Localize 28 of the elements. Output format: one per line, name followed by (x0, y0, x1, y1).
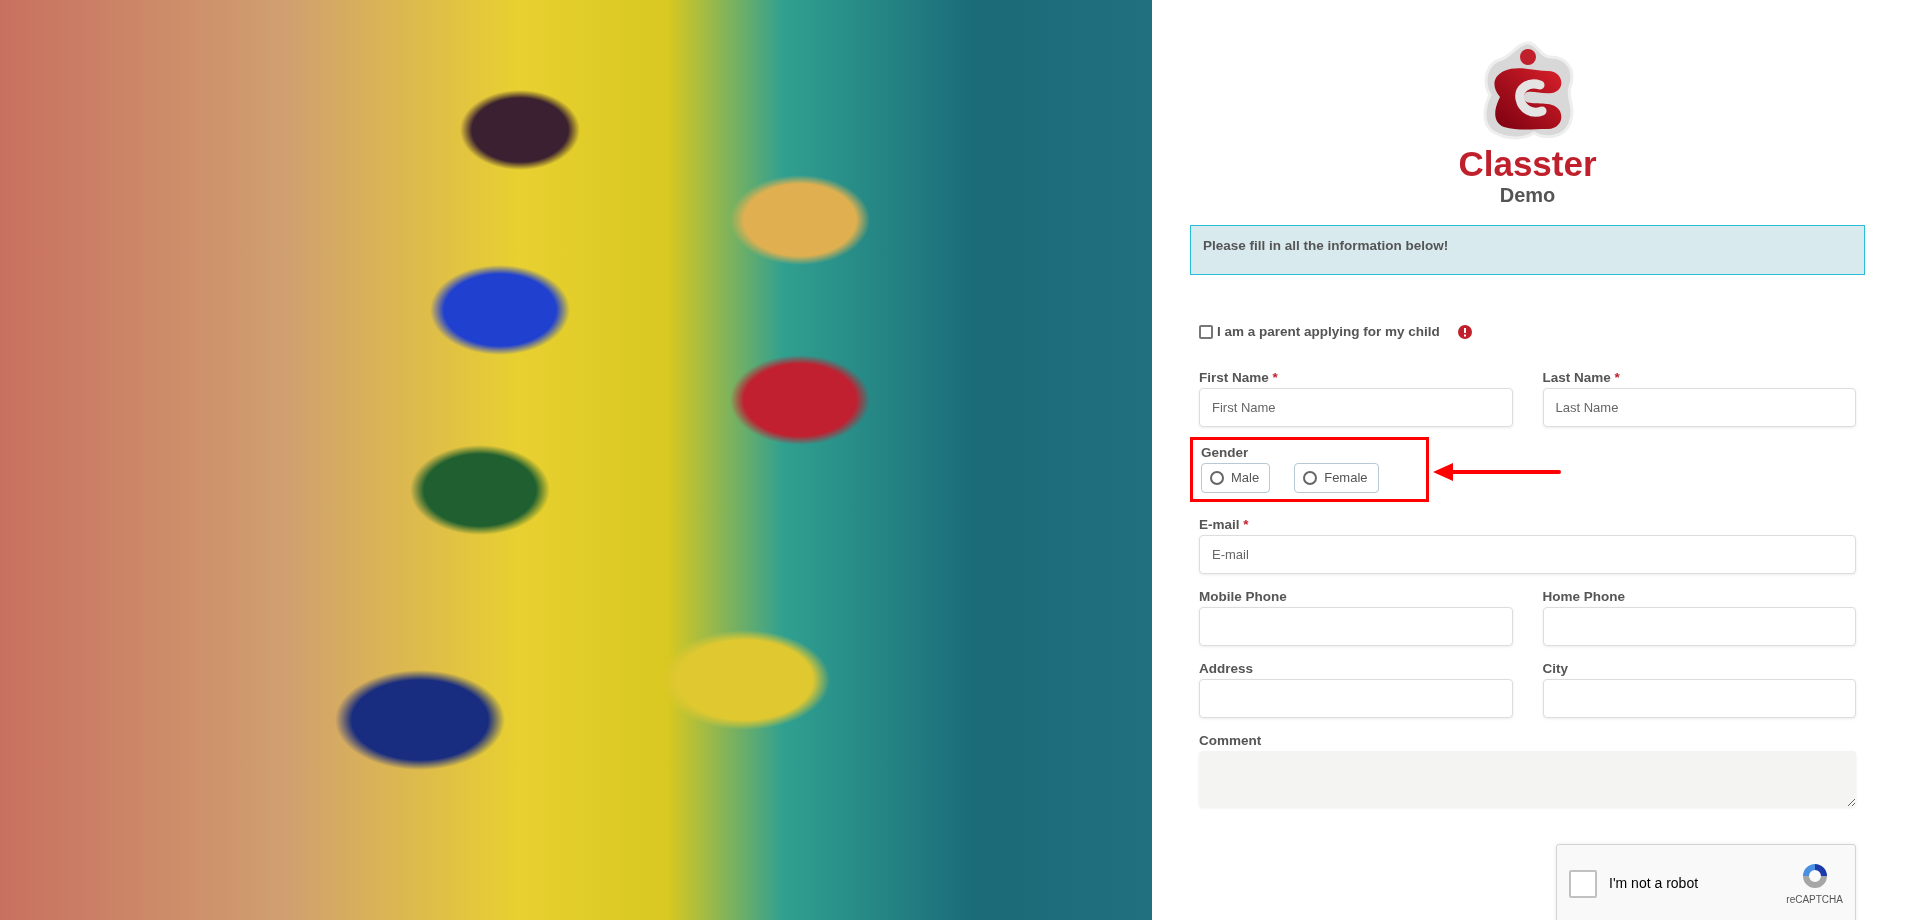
checkbox-label[interactable]: I am a parent applying for my child (1217, 323, 1440, 341)
field-label: Gender (1201, 444, 1250, 462)
captcha-checkbox[interactable] (1569, 869, 1597, 898)
radio-option[interactable]: Female (1294, 463, 1379, 493)
field-label: E-mail * (1199, 515, 1250, 534)
info-alert: Please fill in all the information below! (1190, 225, 1865, 275)
input-field[interactable]: E-mail (1199, 534, 1856, 574)
input-field[interactable] (1542, 678, 1856, 718)
input-field[interactable] (1199, 606, 1513, 646)
field-label: Address (1199, 659, 1255, 678)
logo-subtitle: Demo (1499, 183, 1556, 207)
checkbox[interactable] (1199, 325, 1213, 339)
comment-field[interactable] (1199, 750, 1856, 807)
input-field[interactable]: First Name (1199, 388, 1513, 427)
radio-option[interactable]: Male (1201, 463, 1271, 493)
logo-wordmark: Classter (1458, 145, 1597, 183)
alert-icon (1457, 325, 1472, 339)
field-label: City (1542, 659, 1569, 678)
field-label: Home Phone (1542, 587, 1626, 606)
input-field[interactable] (1542, 606, 1856, 646)
field-label: Last Name * (1542, 369, 1621, 387)
captcha-label: I'm not a robot (1609, 874, 1699, 893)
field-label: Mobile Phone (1199, 587, 1288, 606)
input-field[interactable]: Last Name (1542, 388, 1856, 427)
captcha-brand: reCAPTCHA (1786, 893, 1843, 907)
field-label: Comment (1199, 731, 1263, 750)
field-label: First Name * (1199, 369, 1279, 387)
input-field[interactable] (1199, 678, 1513, 718)
